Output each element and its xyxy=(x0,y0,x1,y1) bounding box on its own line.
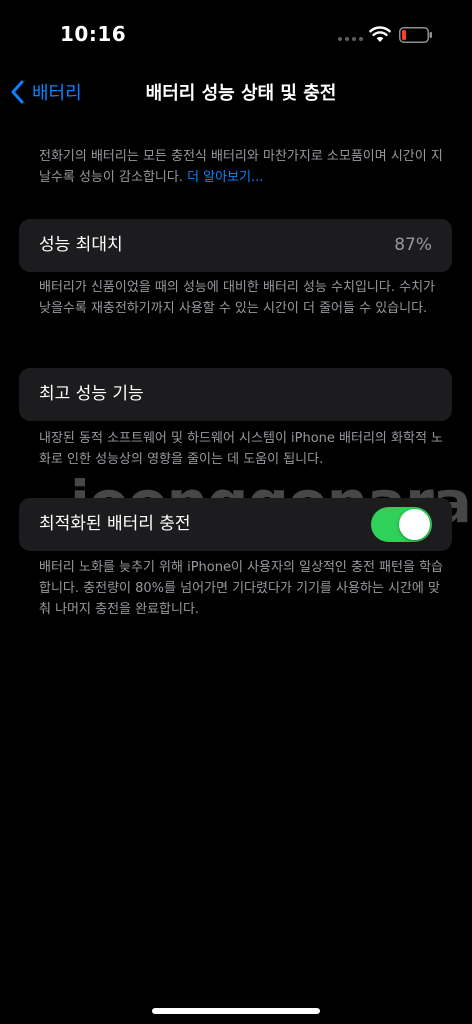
home-indicator[interactable] xyxy=(152,1008,320,1014)
wifi-icon xyxy=(369,26,391,42)
max-capacity-value: 87% xyxy=(394,235,432,255)
peak-performance-label: 최고 성능 기능 xyxy=(39,384,144,404)
max-capacity-label: 성능 최대치 xyxy=(39,235,123,255)
max-capacity-description: 배터리가 신품이었을 때의 성능에 대비한 배터리 성능 수치입니다. 수치가 … xyxy=(39,280,435,316)
peak-performance-description: 내장된 동적 소프트웨어 및 하드웨어 시스템이 iPhone 배터리의 화학적… xyxy=(39,431,443,467)
cellular-signal-icon xyxy=(338,37,363,41)
learn-more-link[interactable]: 더 알아보기... xyxy=(187,170,263,185)
toggle-knob xyxy=(399,509,430,540)
intro-description: 전화기의 배터리는 모든 충전식 배터리와 마찬가지로 소모품이며 시간이 지날… xyxy=(39,146,444,188)
status-bar: 10:16 xyxy=(0,0,472,70)
nav-bar: 배터리 배터리 성능 상태 및 충전 xyxy=(0,70,472,114)
page-title: 배터리 성능 상태 및 충전 xyxy=(145,83,337,104)
battery-low-icon xyxy=(399,27,432,43)
peak-performance-row[interactable]: 최고 성능 기능 xyxy=(19,368,452,421)
max-capacity-row: 성능 최대치 87% xyxy=(19,219,452,272)
optimized-charging-row: 최적화된 배터리 충전 xyxy=(19,498,452,551)
optimized-charging-label: 최적화된 배터리 충전 xyxy=(39,514,191,534)
status-time: 10:16 xyxy=(60,22,127,46)
optimized-charging-toggle[interactable] xyxy=(371,507,432,542)
optimized-charging-description: 배터리 노화를 늦추기 위해 iPhone이 사용자의 일상적인 충전 패턴을 … xyxy=(39,560,443,617)
